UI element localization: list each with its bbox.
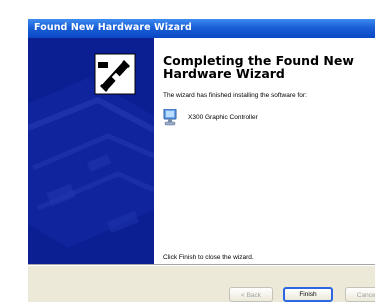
back-button[interactable]: < Back [229,287,273,302]
wizard-content: Completing the Found New Hardware Wizard… [154,38,375,265]
device-name: X300 Graphic Controller [188,114,258,121]
title-bar[interactable]: Found New Hardware Wizard [28,19,375,38]
completion-message: The wizard has finished installing the s… [163,92,307,99]
hardware-card-icon [94,53,136,95]
finish-button[interactable]: Finish [283,287,333,302]
wizard-heading: Completing the Found New Hardware Wizard [163,53,354,81]
monitor-icon [163,109,177,126]
cancel-button[interactable]: Cancel [345,287,375,302]
sidebar-artwork [28,38,154,265]
window-title: Found New Hardware Wizard [34,22,192,33]
wizard-sidebar [28,38,154,265]
finish-instruction: Click Finish to close the wizard. [163,254,254,261]
